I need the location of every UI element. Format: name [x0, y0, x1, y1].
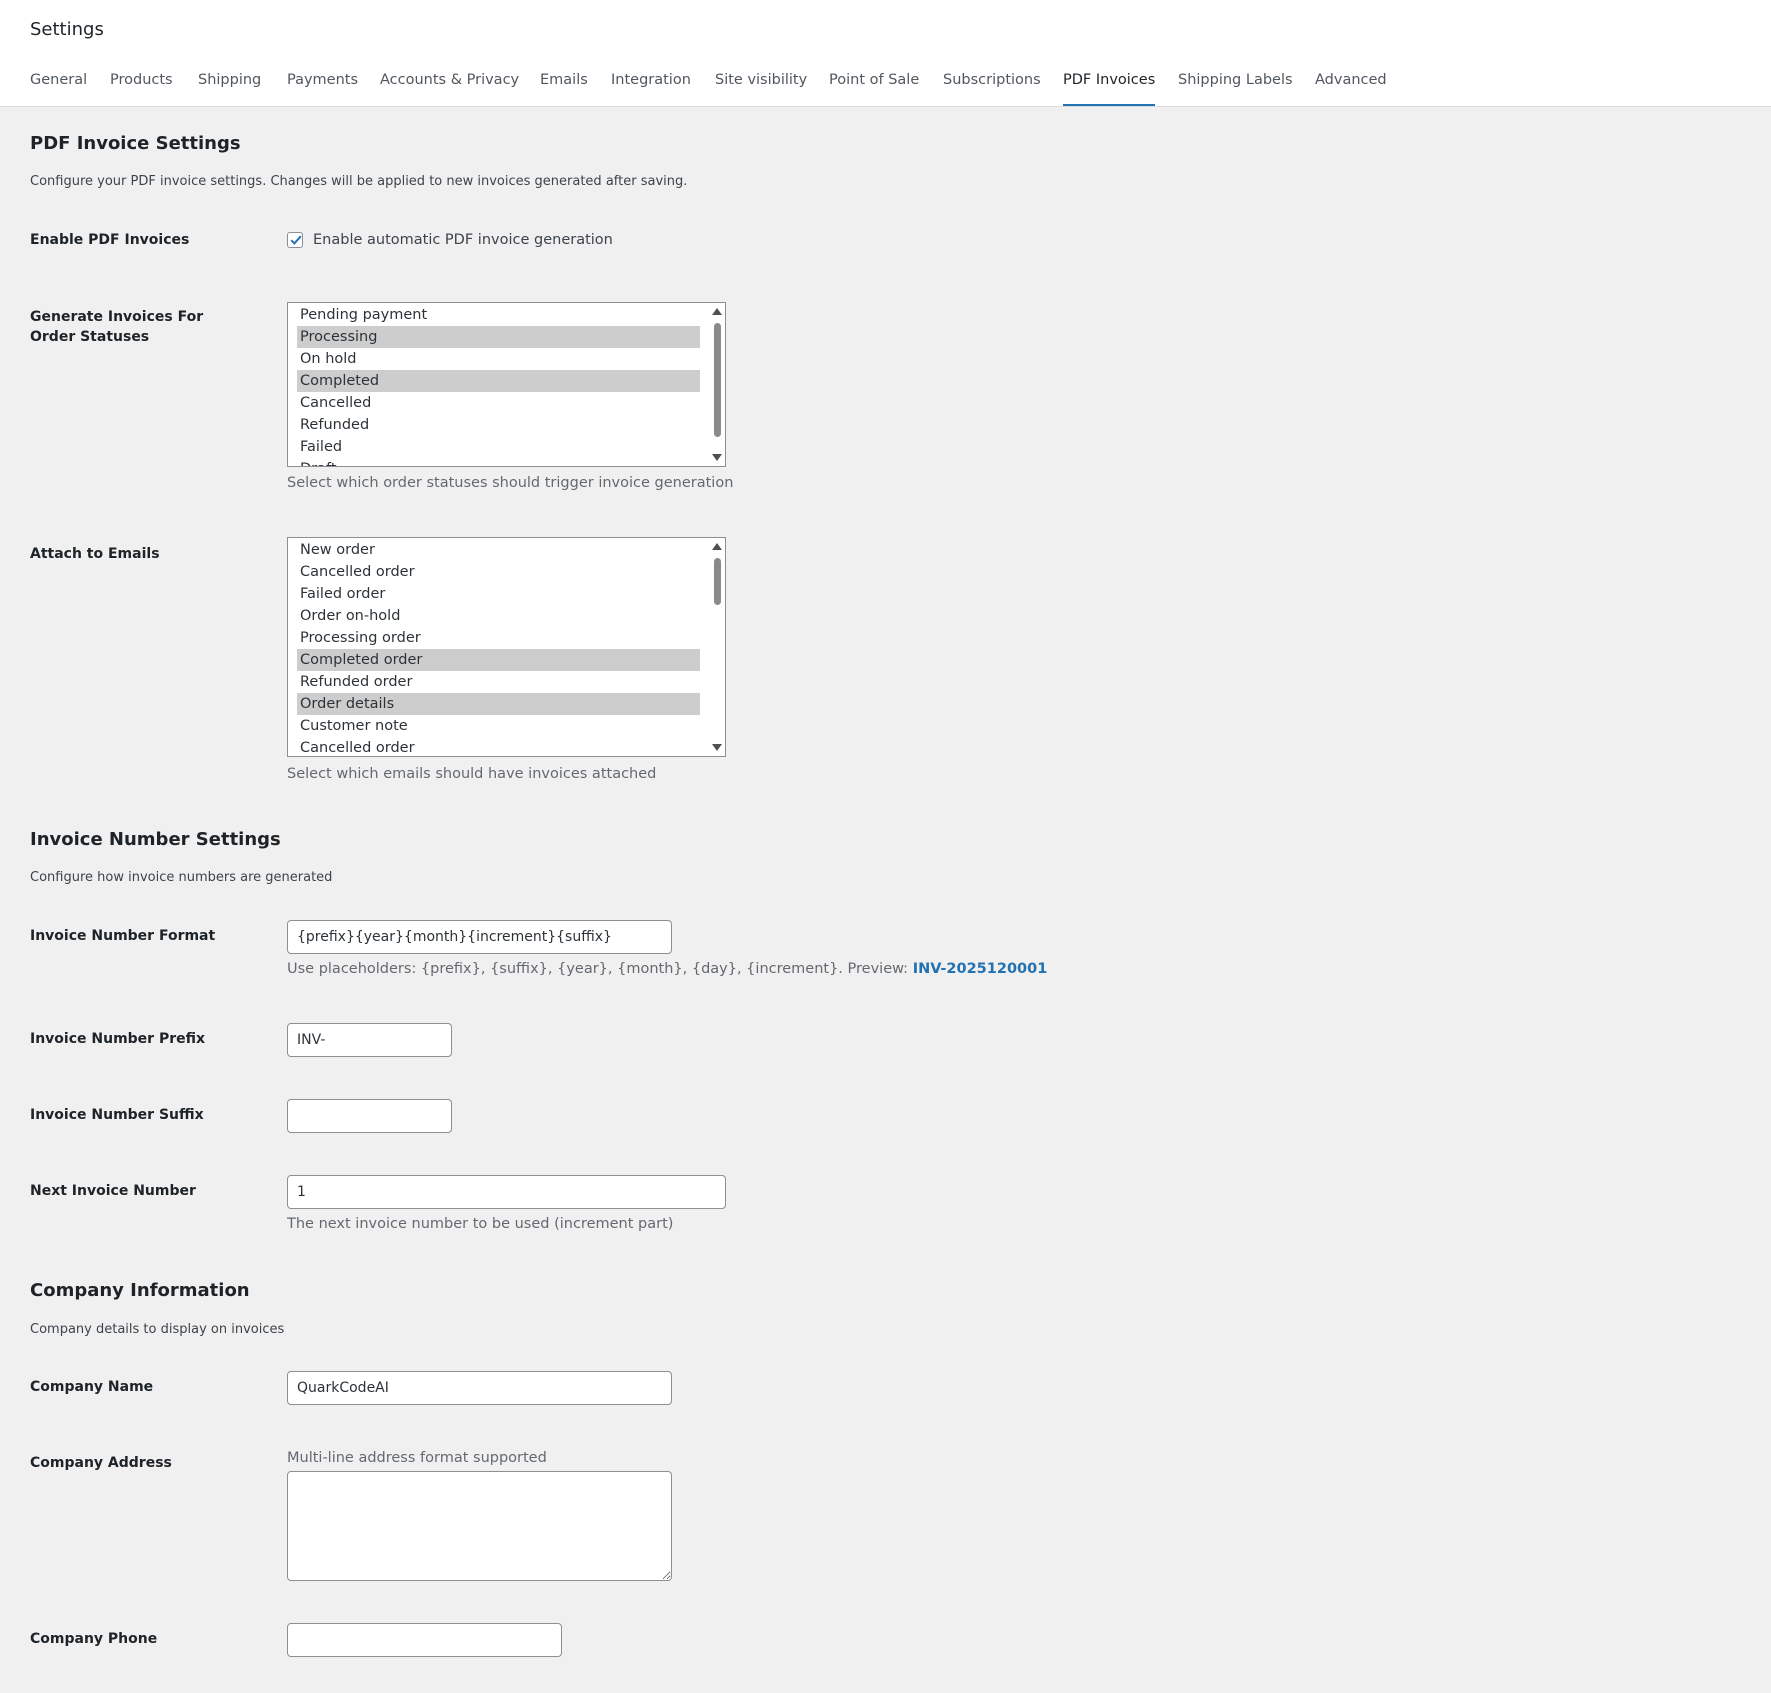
listbox-option[interactable]: New order — [297, 539, 700, 561]
tab-advanced[interactable]: Advanced — [1315, 72, 1387, 104]
listbox-option[interactable]: Failed order — [297, 583, 700, 605]
tab-shipping[interactable]: Shipping — [198, 72, 261, 104]
company-name-label: Company Name — [30, 1379, 154, 1395]
company-information-title: Company Information — [30, 1280, 250, 1301]
listbox-option[interactable]: Pending payment — [297, 304, 700, 326]
listbox-option[interactable]: Draft — [297, 458, 700, 466]
order-statuses-hint: Select which order statuses should trigg… — [287, 475, 734, 491]
listbox-option[interactable]: Refunded order — [297, 671, 700, 693]
tab-site-visibility[interactable]: Site visibility — [715, 72, 807, 104]
invoice-number-settings-description: Configure how invoice numbers are genera… — [30, 870, 333, 885]
order-statuses-scrollbar[interactable] — [709, 303, 725, 466]
listbox-option[interactable]: Customer note — [297, 715, 700, 737]
company-address-label: Company Address — [30, 1455, 172, 1471]
order-statuses-label: Generate Invoices For Order Statuses — [30, 309, 204, 345]
scroll-up-arrow-icon[interactable] — [712, 308, 722, 315]
tab-payments[interactable]: Payments — [287, 72, 358, 104]
listbox-option[interactable]: Processing — [297, 326, 700, 348]
page-title: Settings — [30, 19, 104, 40]
company-address-hint: Multi-line address format supported — [287, 1450, 547, 1466]
listbox-option[interactable]: Refunded — [297, 414, 700, 436]
invoice-number-format-hint: Use placeholders: {prefix}, {suffix}, {y… — [287, 961, 1047, 977]
enable-pdf-invoices-checkbox[interactable] — [287, 232, 303, 248]
next-invoice-number-input[interactable] — [287, 1175, 726, 1209]
tab-general[interactable]: General — [30, 72, 87, 104]
attach-to-emails-label: Attach to Emails — [30, 546, 160, 562]
format-hint-text: Use placeholders: {prefix}, {suffix}, {y… — [287, 961, 913, 977]
listbox-option[interactable]: Failed — [297, 436, 700, 458]
invoice-number-settings-title: Invoice Number Settings — [30, 829, 281, 850]
tab-products[interactable]: Products — [110, 72, 173, 104]
invoice-number-format-label: Invoice Number Format — [30, 928, 216, 944]
pdf-invoice-settings-description: Configure your PDF invoice settings. Cha… — [30, 174, 688, 189]
settings-header: Settings General Products Shipping Payme… — [0, 0, 1771, 107]
attach-to-emails-listbox[interactable]: New order Cancelled order Failed order O… — [287, 537, 726, 757]
tab-pdf-invoices[interactable]: PDF Invoices — [1063, 72, 1156, 106]
company-information-description: Company details to display on invoices — [30, 1322, 285, 1337]
next-invoice-number-label: Next Invoice Number — [30, 1183, 196, 1199]
invoice-number-suffix-label: Invoice Number Suffix — [30, 1107, 204, 1123]
listbox-option[interactable]: On hold — [297, 348, 700, 370]
tab-shipping-labels[interactable]: Shipping Labels — [1178, 72, 1293, 104]
listbox-option[interactable]: Processing order — [297, 627, 700, 649]
listbox-option[interactable]: Cancelled order — [297, 737, 700, 756]
scroll-down-arrow-icon[interactable] — [712, 454, 722, 461]
settings-tabs: General Products Shipping Payments Accou… — [0, 72, 1771, 106]
invoice-number-prefix-input[interactable] — [287, 1023, 452, 1057]
attach-to-emails-hint: Select which emails should have invoices… — [287, 766, 657, 782]
tab-point-of-sale[interactable]: Point of Sale — [829, 72, 919, 104]
tab-accounts-privacy[interactable]: Accounts & Privacy — [380, 72, 519, 104]
invoice-number-suffix-input[interactable] — [287, 1099, 452, 1133]
invoice-number-format-input[interactable] — [287, 920, 672, 954]
scroll-thumb[interactable] — [714, 558, 721, 605]
tab-subscriptions[interactable]: Subscriptions — [943, 72, 1041, 104]
next-invoice-number-hint: The next invoice number to be used (incr… — [287, 1216, 674, 1232]
tab-emails[interactable]: Emails — [540, 72, 588, 104]
scroll-up-arrow-icon[interactable] — [712, 543, 722, 550]
checkmark-icon — [290, 235, 302, 245]
company-address-textarea[interactable] — [287, 1471, 672, 1581]
listbox-option[interactable]: Completed — [297, 370, 700, 392]
attach-to-emails-scrollbar[interactable] — [709, 538, 725, 756]
listbox-option[interactable]: Order on-hold — [297, 605, 700, 627]
listbox-option[interactable]: Cancelled — [297, 392, 700, 414]
enable-pdf-invoices-label: Enable PDF Invoices — [30, 232, 190, 248]
invoice-number-prefix-label: Invoice Number Prefix — [30, 1031, 206, 1047]
scroll-down-arrow-icon[interactable] — [712, 744, 722, 751]
company-name-input[interactable] — [287, 1371, 672, 1405]
company-phone-input[interactable] — [287, 1623, 562, 1657]
order-statuses-listbox[interactable]: Pending payment Processing On hold Compl… — [287, 302, 726, 467]
listbox-option[interactable]: Completed order — [297, 649, 700, 671]
tab-integration[interactable]: Integration — [611, 72, 691, 104]
listbox-option[interactable]: Order details — [297, 693, 700, 715]
pdf-invoice-settings-title: PDF Invoice Settings — [30, 133, 241, 154]
scroll-thumb[interactable] — [714, 323, 721, 437]
enable-pdf-invoices-checkbox-label[interactable]: Enable automatic PDF invoice generation — [313, 232, 613, 248]
listbox-option[interactable]: Cancelled order — [297, 561, 700, 583]
invoice-number-preview: INV-2025120001 — [912, 961, 1048, 977]
company-phone-label: Company Phone — [30, 1631, 158, 1647]
